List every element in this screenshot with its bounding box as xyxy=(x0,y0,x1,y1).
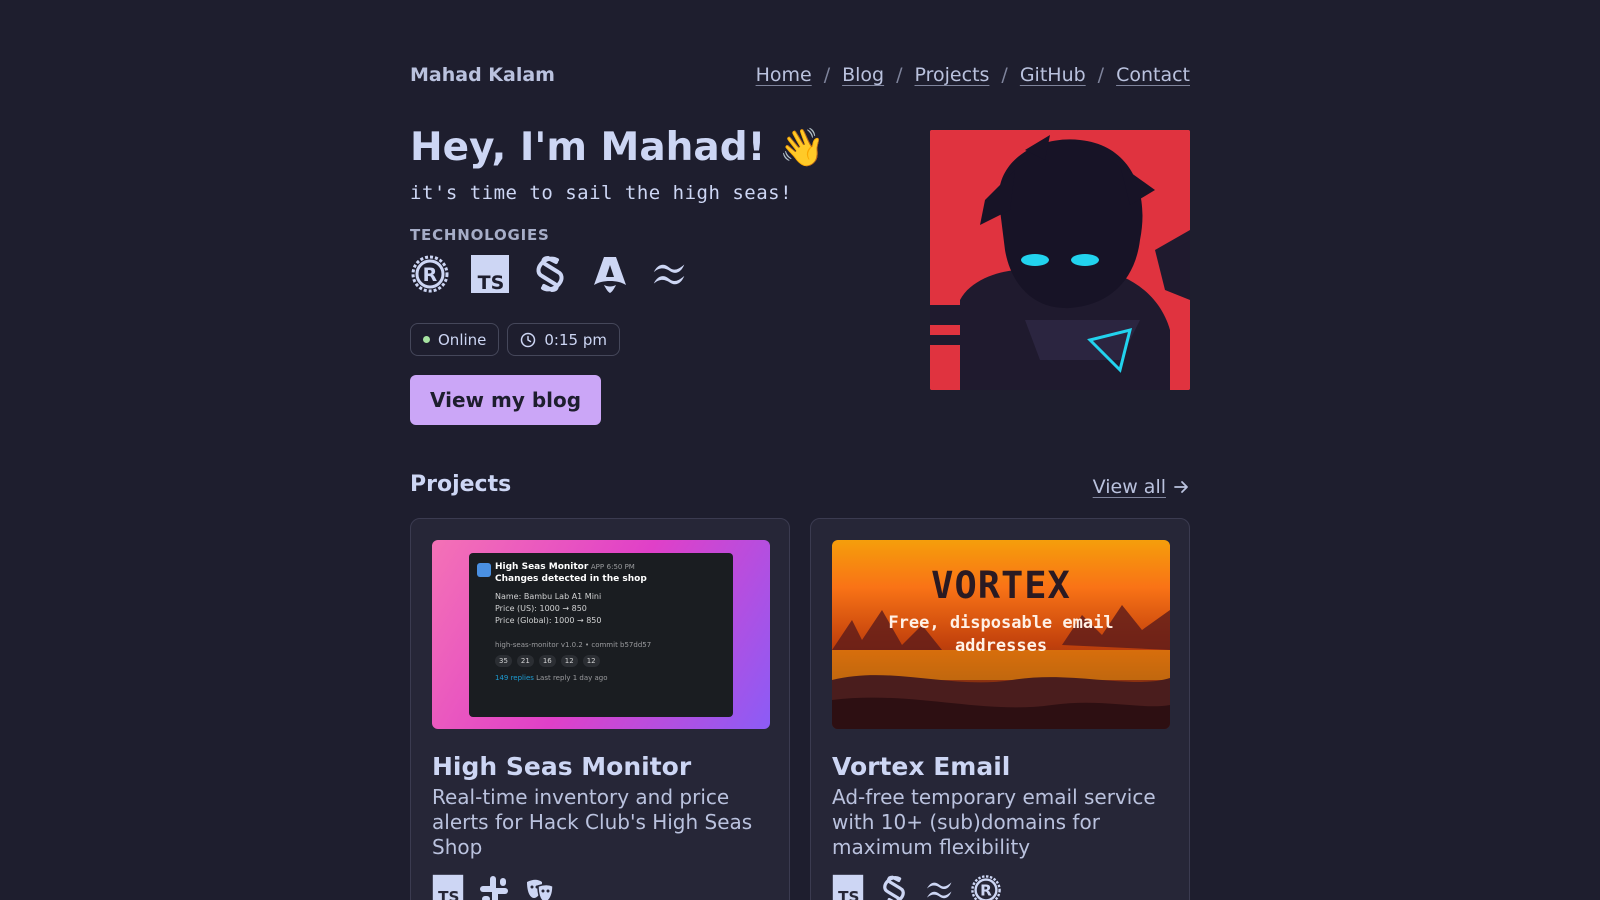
nav-projects[interactable]: Projects xyxy=(915,64,990,86)
project-thumbnail: VORTEX Free, disposable email addresses xyxy=(832,540,1170,729)
online-status-text: Online xyxy=(438,330,487,349)
preview-line: Price (Global): 1000 → 850 xyxy=(495,616,602,625)
brand-name[interactable]: Mahad Kalam xyxy=(410,64,555,86)
typescript-icon: TS xyxy=(470,253,510,295)
project-description: Ad-free temporary email service with 10+… xyxy=(832,785,1156,859)
view-blog-button[interactable]: View my blog xyxy=(410,375,602,425)
preview-last-reply: Last reply 1 day ago xyxy=(536,674,608,682)
main-nav: Home / Blog / Projects / GitHub / Contac… xyxy=(756,64,1190,86)
nav-separator: / xyxy=(896,64,903,86)
nav-blog[interactable]: Blog xyxy=(842,64,884,86)
nav-separator: / xyxy=(1097,64,1105,86)
preview-app-badge: APP xyxy=(590,563,605,571)
vortex-logo-text: VORTEX xyxy=(931,564,1071,607)
technologies-list: R TS xyxy=(410,253,690,295)
preview-replies: 149 replies xyxy=(495,674,534,682)
tailwind-icon xyxy=(650,253,690,295)
nav-contact[interactable]: Contact xyxy=(1116,64,1190,86)
svg-text:TS: TS xyxy=(838,888,859,900)
slack-message-preview: High Seas Monitor APP 6:50 PM Changes de… xyxy=(469,553,733,717)
reaction-count: 16 xyxy=(538,655,556,667)
tailwind-icon xyxy=(924,874,956,900)
arrow-right-icon xyxy=(1174,481,1188,493)
preview-footer: high-seas-monitor v1.0.2 • commit b57dd5… xyxy=(495,641,652,649)
theater-masks-icon xyxy=(524,874,556,900)
technologies-label: TECHNOLOGIES xyxy=(410,226,550,244)
hero-title: Hey, I'm Mahad! 👋 xyxy=(410,125,825,170)
clock-icon xyxy=(521,332,536,347)
svg-text:TS: TS xyxy=(438,888,459,900)
view-all-label: View all xyxy=(1092,476,1166,498)
project-tech-list: TS R xyxy=(832,874,1002,900)
svelte-icon xyxy=(878,874,910,900)
project-tech-list: TS xyxy=(432,874,556,900)
preview-time: 6:50 PM xyxy=(606,563,635,571)
vortex-tagline: Free, disposable email addresses xyxy=(888,613,1114,656)
app-icon xyxy=(477,563,491,577)
typescript-icon: TS xyxy=(432,874,464,900)
online-status-badge: Online xyxy=(410,323,500,356)
view-all-projects-link[interactable]: View all xyxy=(1093,476,1190,498)
project-thumbnail: High Seas Monitor APP 6:50 PM Changes de… xyxy=(432,540,770,729)
svg-text:R: R xyxy=(980,882,992,900)
rust-icon: R xyxy=(970,874,1002,900)
preview-app-name: High Seas Monitor xyxy=(495,562,589,572)
nav-github[interactable]: GitHub xyxy=(1020,64,1086,86)
preview-heading: Changes detected in the shop xyxy=(495,574,647,584)
local-time-text: 0:15 pm xyxy=(544,330,607,349)
page: Mahad Kalam Home / Blog / Projects / Git… xyxy=(410,0,1190,900)
nav-home[interactable]: Home xyxy=(756,64,812,86)
rust-icon: R xyxy=(410,253,450,295)
project-title[interactable]: High Seas Monitor xyxy=(432,752,691,781)
project-card-high-seas-monitor[interactable]: High Seas Monitor APP 6:50 PM Changes de… xyxy=(410,518,790,900)
project-card-vortex-email[interactable]: VORTEX Free, disposable email addresses … xyxy=(810,518,1190,900)
site-header: Mahad Kalam Home / Blog / Projects / Git… xyxy=(410,60,1190,90)
svg-text:R: R xyxy=(423,264,438,286)
reaction-count: 21 xyxy=(516,655,534,667)
preview-line: Name: Bambu Lab A1 Mini xyxy=(495,592,602,601)
reaction-count: 35 xyxy=(495,655,512,667)
hero-tagline: it's time to sail the high seas! xyxy=(410,182,793,204)
reaction-count: 12 xyxy=(560,655,578,667)
preview-reactions: 35 21 16 12 12 xyxy=(495,655,723,667)
nav-separator: / xyxy=(823,64,831,86)
status-row: Online 0:15 pm xyxy=(410,323,620,356)
svg-text:TS: TS xyxy=(478,272,505,294)
preview-line: Price (US): 1000 → 850 xyxy=(495,604,587,613)
nav-separator: / xyxy=(1001,64,1008,86)
project-title[interactable]: Vortex Email xyxy=(832,752,1010,781)
avatar xyxy=(930,130,1190,390)
project-description: Real-time inventory and price alerts for… xyxy=(432,785,753,859)
hero-title-text: Hey, I'm Mahad! xyxy=(410,125,766,170)
slack-icon xyxy=(478,874,510,900)
local-time-badge: 0:15 pm xyxy=(507,323,620,356)
typescript-icon: TS xyxy=(832,874,864,900)
online-dot-icon xyxy=(423,336,430,343)
reaction-count: 12 xyxy=(582,655,600,667)
waving-hand-icon: 👋 xyxy=(779,126,826,169)
astro-icon xyxy=(590,253,630,295)
projects-heading: Projects xyxy=(410,472,512,497)
svelte-icon xyxy=(530,253,570,295)
